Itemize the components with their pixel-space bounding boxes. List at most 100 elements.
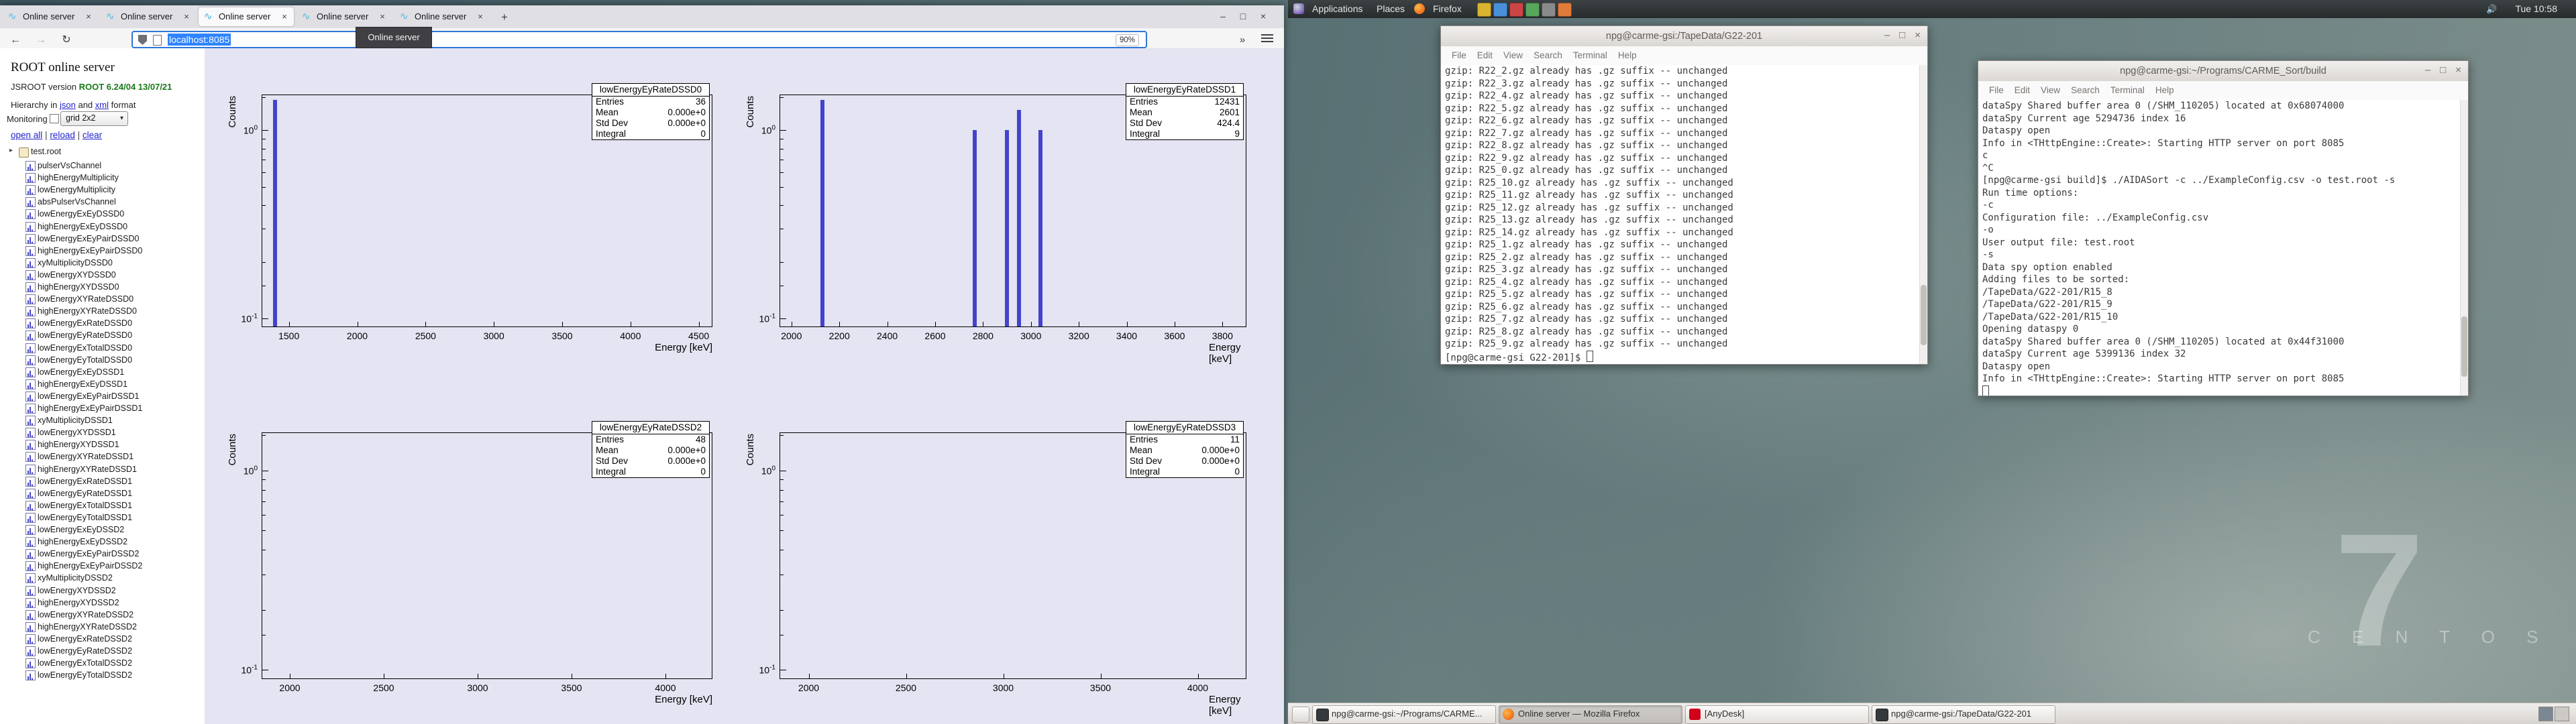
histogram-leaf-icon [25,246,36,256]
terminal-menu-file[interactable]: File [1452,50,1466,60]
taskbar-button-1[interactable]: npg@carme-gsi:~/Programs/CARME... [1312,705,1496,724]
terminal-menu-search[interactable]: Search [1534,50,1562,60]
x-tick-label: 2000 [798,682,819,693]
tab-online-server-2[interactable]: ∿Online server× [101,7,196,26]
workspace-2[interactable] [2555,707,2569,721]
terminal-menu-terminal[interactable]: Terminal [1573,50,1607,60]
stats-box[interactable]: lowEnergyEyRateDSSD3Entries11Mean0.000e+… [1126,421,1244,478]
screenshot-tray-icon[interactable] [1542,3,1556,17]
terminal-maximize-button[interactable]: □ [2440,64,2446,76]
chat-tray-icon[interactable] [1525,3,1540,17]
clear-link[interactable]: clear [83,130,102,140]
tree-item-label: highEnergyExEyPairDSSD1 [38,404,142,413]
stats-box[interactable]: lowEnergyEyRateDSSD1Entries12431Mean2601… [1126,83,1244,140]
tree-item-label: lowEnergyExEyPairDSSD0 [38,234,139,243]
terminal-maximize-button[interactable]: □ [1899,29,1905,41]
new-tab-button[interactable]: + [496,10,513,25]
json-link[interactable]: json [60,100,76,110]
back-button[interactable]: ← [7,32,24,49]
keyboard-indicator-icon[interactable] [1477,3,1491,17]
tree-item-label: highEnergyExEyDSSD1 [38,379,127,389]
tab-close-icon[interactable]: × [83,11,94,22]
applications-menu[interactable]: Applications [1305,0,1370,18]
updater-tray-icon[interactable] [1509,3,1523,17]
monitoring-checkbox[interactable] [50,114,59,123]
layout-select[interactable]: grid 2x2 ▾ [60,111,128,126]
terminal-title[interactable]: npg@carme-gsi:~/Programs/CARME_Sort/buil… [1978,61,2468,82]
tree-item-label: lowEnergyEyTotalDSSD2 [38,670,132,680]
panel-clock[interactable]: Tue 10:58 [2515,0,2557,18]
workspace-switcher[interactable] [2538,707,2571,721]
url-bar[interactable]: localhost:8085 90% [131,31,1147,48]
x-tick-label: 2400 [877,330,898,341]
terminal-title[interactable]: npg@carme-gsi:/TapeData/G22-201 [1441,26,1927,47]
terminal-close-button[interactable]: × [1915,29,1921,41]
open-all-link[interactable]: open all [11,130,42,140]
terminal-minimize-button[interactable]: – [1884,29,1890,41]
terminal-menu-help[interactable]: Help [1618,50,1637,60]
y-axis-title: Counts [227,434,238,466]
forward-button[interactable]: → [32,32,50,49]
reload-link[interactable]: reload [50,130,75,140]
tab-online-server-5[interactable]: ∿Online server× [394,7,490,26]
terminal-menu-edit[interactable]: Edit [1477,50,1493,60]
tab-online-server-3[interactable]: ∿Online server× [199,7,294,26]
stats-value: 36 [696,97,706,107]
taskbar-button-3[interactable]: [AnyDesk] [1685,705,1869,724]
workspace-1[interactable] [2538,707,2553,721]
xml-link[interactable]: xml [95,100,109,110]
zoom-level-badge[interactable]: 90% [1116,34,1139,46]
terminal-menu-file[interactable]: File [1989,85,2004,95]
firefox-panel-menu[interactable]: Firefox [1426,0,1468,18]
tab-close-icon[interactable]: × [377,11,388,22]
terminal-output[interactable]: dataSpy Shared buffer area 0 (/SHM_11020… [1978,100,2468,396]
hamburger-menu-icon[interactable] [1261,34,1273,44]
taskbar-button-4[interactable]: npg@carme-gsi:/TapeData/G22-201 [1872,705,2055,724]
stats-label: Integral [1130,467,1160,477]
terminal-minimize-button[interactable]: – [2425,64,2430,76]
window-close-button[interactable]: × [1256,9,1271,23]
shield-icon[interactable] [138,35,147,45]
stats-box[interactable]: lowEnergyEyRateDSSD2Entries48Mean0.000e+… [592,421,710,478]
taskbar-button-2[interactable]: Online server — Mozilla Firefox [1499,705,1682,724]
terminal-scrollbar-thumb[interactable] [1921,285,1927,345]
url-input[interactable]: localhost:8085 [168,34,231,46]
tab-close-icon[interactable]: × [279,11,290,22]
terminal-menu-edit[interactable]: Edit [2015,85,2030,95]
stats-row: Integral0 [592,129,709,139]
show-desktop-button[interactable] [1292,707,1309,723]
stats-value: 0.000e+0 [1201,456,1240,467]
reload-button[interactable]: ↻ [58,32,75,49]
version-prefix: JSROOT version [11,82,76,92]
y-minor-tick [780,530,784,531]
stats-box[interactable]: lowEnergyEyRateDSSD0Entries36Mean0.000e+… [592,83,710,140]
terminal-menu-terminal[interactable]: Terminal [2110,85,2145,95]
terminal-menu-search[interactable]: Search [2071,85,2100,95]
window-minimize-button[interactable]: – [1216,9,1230,23]
tab-online-server-1[interactable]: ∿Online server× [3,7,98,26]
places-menu[interactable]: Places [1370,0,1411,18]
files-tray-icon[interactable] [1493,3,1507,17]
terminal-output[interactable]: gzip: R22_2.gz already has .gz suffix --… [1441,65,1927,364]
tree-item-label: pulserVsChannel [38,161,101,170]
terminal-menu-help[interactable]: Help [2155,85,2174,95]
overflow-menu-icon[interactable]: » [1234,32,1250,49]
stats-label: Integral [596,467,626,477]
terminal-line: -o [1978,224,2468,237]
x-tick-label: 3000 [484,330,504,341]
terminal-menu-view[interactable]: View [2041,85,2060,95]
terminal-menu-view[interactable]: View [1503,50,1523,60]
tab-online-server-4[interactable]: ∿Online server× [297,7,392,26]
tab-close-icon[interactable]: × [181,11,192,22]
terminal-prompt-line [1978,385,2468,396]
page-info-icon[interactable] [153,35,162,46]
tab-close-icon[interactable]: × [475,11,486,22]
histogram-leaf-icon [25,404,36,414]
terminal-scrollbar-thumb[interactable] [2461,316,2467,377]
volume-icon[interactable]: 🔊 [2486,4,2497,14]
tab-tooltip: Online server [356,27,432,48]
window-maximize-button[interactable]: □ [1236,9,1250,23]
terminal-close-button[interactable]: × [2455,64,2461,76]
network-tray-icon[interactable] [1558,3,1572,17]
expand-arrow-icon[interactable]: ▸ [9,147,13,154]
